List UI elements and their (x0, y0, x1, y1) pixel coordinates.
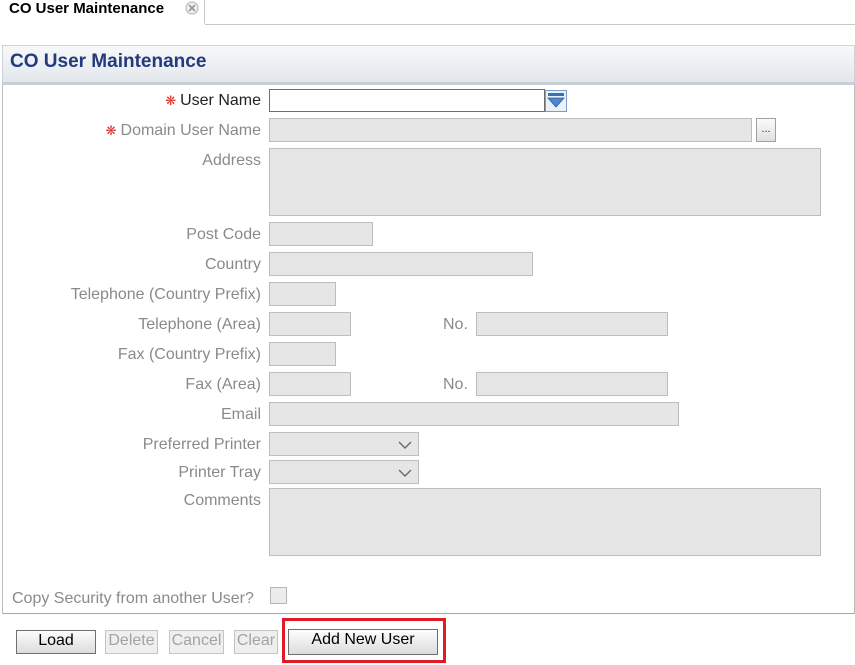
domain-user-name-input[interactable] (269, 118, 752, 142)
domain-lookup-button[interactable]: ... (756, 118, 776, 142)
comments-textarea[interactable] (269, 488, 821, 556)
telephone-area-label: Telephone (Area) (138, 316, 261, 333)
domain-user-name-label-text: Domain User Name (120, 122, 261, 139)
filter-dropdown-icon[interactable] (545, 90, 567, 112)
fax-area-input[interactable] (269, 372, 351, 396)
copy-security-checkbox[interactable] (270, 587, 287, 604)
close-icon[interactable] (185, 1, 199, 15)
user-name-label-text: User Name (180, 92, 261, 109)
telephone-area-input[interactable] (269, 312, 351, 336)
fax-no-label: No. (443, 376, 468, 393)
panel-title: CO User Maintenance (10, 51, 207, 72)
fax-prefix-input[interactable] (269, 342, 336, 366)
copy-security-label: Copy Security from another User? (12, 590, 254, 607)
fax-prefix-label: Fax (Country Prefix) (117, 346, 261, 363)
country-input[interactable] (269, 252, 533, 276)
email-input[interactable] (269, 402, 679, 426)
delete-button[interactable]: Delete (105, 630, 158, 654)
required-asterisk-icon: ❋ (105, 123, 117, 138)
post-code-label: Post Code (186, 226, 261, 243)
comments-label: Comments (183, 492, 261, 509)
telephone-prefix-input[interactable] (269, 282, 336, 306)
chevron-down-icon (398, 466, 412, 478)
tab-label: CO User Maintenance (9, 0, 165, 17)
load-button[interactable]: Load (16, 630, 96, 654)
country-label: Country (204, 256, 261, 273)
printer-tray-label: Printer Tray (178, 464, 261, 481)
telephone-no-input[interactable] (476, 312, 668, 336)
fax-no-input[interactable] (476, 372, 668, 396)
preferred-printer-label: Preferred Printer (142, 436, 261, 453)
email-label: Email (220, 406, 261, 423)
user-name-input[interactable] (269, 89, 545, 112)
chevron-down-icon (398, 438, 412, 450)
printer-tray-select[interactable] (269, 460, 419, 484)
cancel-button[interactable]: Cancel (169, 630, 224, 654)
address-textarea[interactable] (269, 148, 821, 216)
required-asterisk-icon: ❋ (165, 93, 177, 108)
address-label: Address (202, 152, 261, 169)
tab-divider (205, 24, 855, 25)
telephone-no-label: No. (443, 316, 468, 333)
clear-button[interactable]: Clear (234, 630, 278, 654)
user-name-label: ❋ User Name (165, 91, 261, 111)
domain-user-name-label: ❋ Domain User Name (106, 121, 261, 141)
preferred-printer-select[interactable] (269, 432, 419, 456)
post-code-input[interactable] (269, 222, 373, 246)
fax-area-label: Fax (Area) (185, 376, 261, 393)
highlight-box (282, 618, 446, 663)
telephone-prefix-label: Telephone (Country Prefix) (70, 286, 261, 303)
